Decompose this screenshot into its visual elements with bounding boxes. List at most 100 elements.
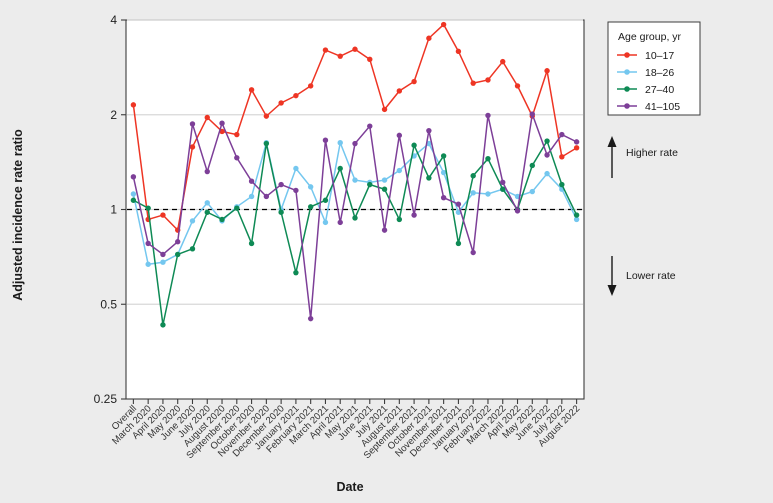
data-point (189, 218, 196, 224)
data-point (322, 219, 329, 226)
data-point (485, 77, 491, 83)
y-axis-title: Adjusted incidence rate ratio (11, 129, 25, 301)
data-point (426, 175, 432, 181)
data-point (573, 145, 580, 151)
legend-swatch-marker (624, 69, 630, 75)
data-point (278, 100, 284, 106)
data-point (544, 138, 550, 144)
data-point (278, 209, 284, 215)
data-point (189, 144, 196, 150)
data-point (293, 269, 299, 276)
data-point (367, 123, 373, 129)
data-point (485, 112, 491, 119)
data-point (352, 140, 358, 147)
data-point (559, 131, 565, 138)
data-point (160, 251, 166, 258)
data-point (573, 139, 580, 145)
data-point (367, 56, 373, 63)
data-point (175, 251, 181, 258)
data-point (293, 92, 299, 99)
y-tick-label: 1 (110, 203, 117, 217)
chart-svg: OverallMarch 2020April 2020May 2020June … (0, 0, 773, 503)
data-point (130, 174, 137, 180)
data-point (426, 35, 432, 41)
data-point (381, 106, 388, 113)
data-point (440, 153, 447, 159)
data-point (263, 193, 270, 200)
data-point (263, 140, 270, 147)
legend-item-label: 18–26 (645, 67, 674, 79)
data-point (145, 261, 151, 267)
data-point (322, 47, 329, 53)
data-point (559, 154, 565, 160)
chart-figure: Overall March 2020 April 2020 May 2020 June … (0, 0, 773, 503)
data-point (130, 191, 137, 197)
data-point (307, 83, 314, 89)
data-point (455, 240, 462, 247)
data-point (293, 165, 299, 172)
data-point (145, 205, 151, 211)
data-point (573, 212, 580, 218)
data-point (160, 322, 166, 328)
data-point (204, 168, 210, 175)
legend-swatch-marker (624, 86, 630, 92)
data-point (337, 219, 343, 226)
data-point (455, 201, 462, 207)
data-point (352, 46, 358, 52)
data-point (175, 239, 181, 245)
data-point (455, 48, 462, 55)
data-point (411, 78, 417, 85)
legend-swatch-marker (624, 52, 630, 58)
data-point (529, 162, 535, 169)
data-point (248, 240, 255, 247)
data-point (293, 187, 299, 194)
data-point (219, 120, 225, 126)
legend-item-label: 27–40 (645, 84, 674, 96)
data-point (470, 80, 476, 86)
data-point (529, 188, 535, 195)
data-point (396, 216, 403, 223)
data-point (263, 113, 270, 119)
data-point (219, 216, 225, 223)
y-tick-label: 2 (110, 108, 117, 122)
data-point (411, 142, 417, 148)
data-point (337, 165, 343, 172)
data-point (352, 215, 358, 221)
data-point (204, 200, 210, 206)
y-tick-label: 0.5 (100, 297, 117, 311)
legend-item-label: 41–105 (645, 101, 680, 113)
legend-title: Age group, yr (618, 31, 682, 43)
data-point (514, 208, 521, 214)
data-point (130, 197, 137, 203)
data-point (381, 177, 388, 183)
y-tick-label: 0.25 (94, 392, 118, 406)
data-point (367, 181, 373, 188)
data-point (440, 21, 447, 28)
data-point (470, 190, 476, 196)
y-tick-label: 4 (110, 13, 117, 27)
data-point (248, 193, 255, 200)
data-point (544, 152, 550, 158)
data-point (485, 156, 491, 162)
data-point (544, 170, 550, 177)
data-point (352, 177, 358, 183)
data-point (381, 186, 388, 192)
data-point (322, 197, 329, 203)
data-point (470, 249, 476, 256)
data-point (278, 181, 284, 188)
data-point (470, 173, 476, 179)
data-point (189, 246, 196, 252)
data-point (248, 87, 255, 93)
data-point (204, 209, 210, 215)
data-point (234, 205, 240, 211)
data-point (485, 191, 491, 197)
data-point (189, 121, 196, 127)
data-point (396, 88, 403, 94)
data-point (544, 68, 550, 74)
data-point (248, 178, 255, 184)
data-point (426, 127, 432, 134)
data-point (529, 111, 535, 117)
data-point (307, 204, 314, 210)
x-axis-title: Date (336, 480, 363, 494)
data-point (204, 114, 210, 121)
